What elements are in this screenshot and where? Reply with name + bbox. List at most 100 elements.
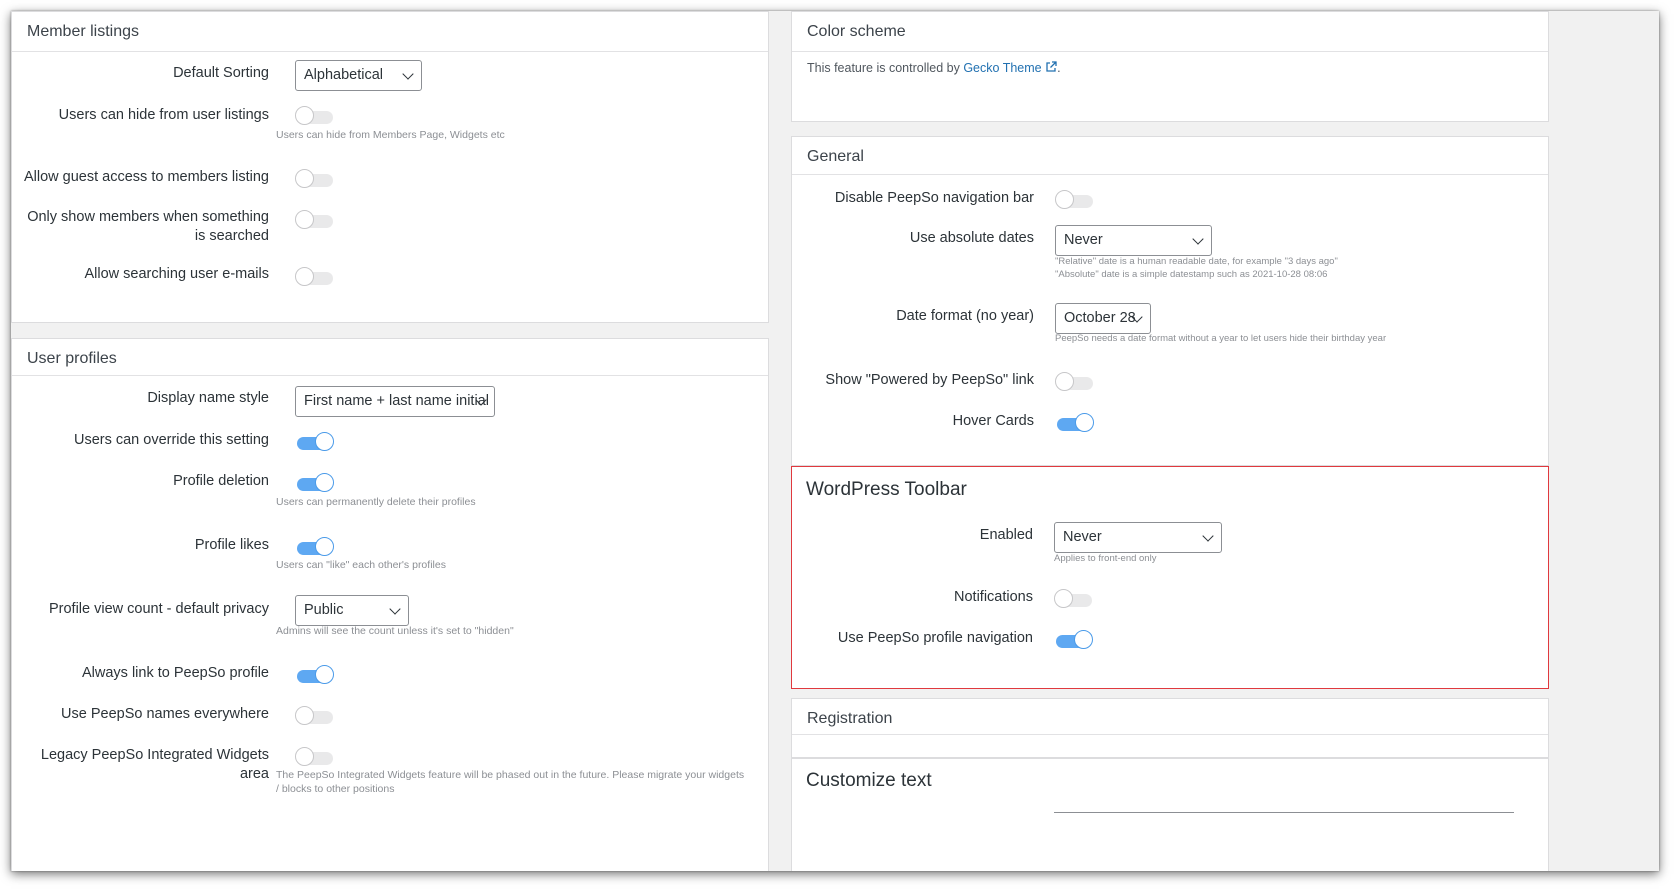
override-setting-label: Users can override this setting [73,432,269,448]
gecko-theme-link[interactable]: Gecko Theme [963,61,1057,75]
help-text: Admins will see the count unless it's se… [276,625,514,637]
color-scheme-panel: Color scheme This feature is controlled … [791,11,1549,122]
search-emails-toggle[interactable] [295,267,335,287]
panel-title: Color scheme [792,12,1548,52]
date-format-select[interactable]: October 28 [1055,303,1151,334]
absolute-dates-row: Use absolute dates Never "Relative" date… [792,225,1548,280]
profile-likes-row: Profile likes Users can "like" each othe… [12,536,768,571]
override-setting-toggle[interactable] [295,432,335,452]
only-show-searched-row: Only show members when something is sear… [12,208,768,244]
date-format-row: Date format (no year) October 28 PeepSo … [792,303,1548,344]
help-text: Users can permanently delete their profi… [276,496,476,508]
names-everywhere-row: Use PeepSo names everywhere [12,705,768,725]
panel-title: Registration [792,699,1548,735]
notifications-toggle[interactable] [1054,589,1094,609]
powered-by-row: Show "Powered by PeepSo" link [792,371,1548,391]
search-emails-row: Allow searching user e-mails [12,265,768,287]
select-value: October 28 [1064,310,1136,326]
only-show-searched-toggle[interactable] [295,210,335,230]
disable-nav-row: Disable PeepSo navigation bar [792,189,1548,209]
general-panel: General Disable PeepSo navigation bar Us… [791,136,1549,466]
display-name-style-select[interactable]: First name + last name initial [295,386,495,417]
powered-by-label: Show "Powered by PeepSo" link [825,372,1034,388]
select-value: First name + last name initial [304,393,489,409]
only-show-searched-label: Only show members when something is sear… [27,209,269,244]
customize-text-panel: Customize text [791,758,1549,871]
toolbar-enabled-row: Enabled Never Applies to front-end only [792,522,1548,564]
hover-cards-row: Hover Cards [792,412,1548,432]
help-text: "Relative" date is a human readable date… [1055,256,1338,280]
legacy-widgets-toggle[interactable] [295,747,335,767]
hover-cards-label: Hover Cards [952,413,1034,429]
panel-title: User profiles [12,339,768,376]
user-profiles-panel: User profiles Display name style First n… [11,338,769,871]
profile-nav-label: Use PeepSo profile navigation [837,630,1033,646]
absolute-dates-select[interactable]: Never [1055,225,1212,256]
date-format-label: Date format (no year) [896,308,1034,324]
panel-title: Member listings [12,12,768,52]
help-text: Users can "like" each other's profiles [276,559,446,571]
notifications-row: Notifications [792,588,1548,608]
profile-nav-row: Use PeepSo profile navigation [792,629,1548,649]
always-link-label: Always link to PeepSo profile [82,665,269,681]
chevron-down-icon [1192,233,1204,245]
legacy-widgets-label: Legacy PeepSo Integrated Widgets area [40,747,269,782]
toolbar-enabled-label: Enabled [979,527,1033,543]
always-link-toggle[interactable] [295,665,335,685]
display-name-style-label: Display name style [147,390,269,406]
select-value: Public [304,602,344,618]
disable-nav-toggle[interactable] [1055,190,1095,210]
always-link-row: Always link to PeepSo profile [12,664,768,684]
default-sorting-label: Default Sorting [173,65,269,81]
search-emails-label: Allow searching user e-mails [84,266,269,282]
names-everywhere-toggle[interactable] [295,706,335,726]
guest-access-label: Allow guest access to members listing [24,169,269,185]
member-listings-panel: Member listings Default Sorting Alphabet… [11,11,769,323]
hide-from-listings-toggle[interactable] [295,106,335,126]
guest-access-row: Allow guest access to members listing [12,166,768,189]
profile-likes-toggle[interactable] [295,537,335,557]
text-field-edge [1054,812,1514,813]
select-value: Never [1063,529,1102,545]
guest-access-toggle[interactable] [295,169,335,189]
wordpress-toolbar-panel: WordPress Toolbar Enabled Never Applies … [791,466,1549,689]
view-count-privacy-label: Profile view count - default privacy [48,601,269,617]
chevron-down-icon [1202,530,1214,542]
settings-page: Member listings Default Sorting Alphabet… [11,11,1659,871]
profile-deletion-toggle[interactable] [295,473,335,493]
legacy-widgets-row: Legacy PeepSo Integrated Widgets area Th… [12,746,768,795]
hover-cards-toggle[interactable] [1055,413,1095,433]
hide-from-listings-label: Users can hide from user listings [58,107,269,123]
profile-deletion-row: Profile deletion Users can permanently d… [12,472,768,508]
view-count-privacy-row: Profile view count - default privacy Pub… [12,595,768,637]
panel-title: General [792,137,1548,175]
help-text: Applies to front-end only [1054,553,1157,564]
display-name-style-row: Display name style First name + last nam… [12,386,768,417]
default-sorting-row: Default Sorting Alphabetical [12,60,768,91]
select-value: Alphabetical [304,67,383,83]
powered-by-toggle[interactable] [1055,372,1095,392]
notifications-label: Notifications [954,589,1033,605]
profile-deletion-label: Profile deletion [173,473,269,489]
help-text: PeepSo needs a date format without a yea… [1055,333,1387,344]
names-everywhere-label: Use PeepSo names everywhere [61,706,269,722]
disable-nav-label: Disable PeepSo navigation bar [834,190,1034,206]
panel-title: WordPress Toolbar [806,479,967,500]
select-value: Never [1064,232,1103,248]
color-scheme-note: This feature is controlled by Gecko Them… [807,61,1061,75]
absolute-dates-label: Use absolute dates [909,230,1034,246]
toolbar-enabled-select[interactable]: Never [1054,522,1222,553]
chevron-down-icon [402,68,414,80]
hide-from-listings-row: Users can hide from user listings Users … [12,104,768,141]
profile-nav-toggle[interactable] [1054,630,1094,650]
registration-panel: Registration [791,698,1549,758]
help-text: Users can hide from Members Page, Widget… [276,129,505,141]
external-link-icon [1046,61,1057,72]
profile-likes-label: Profile likes [194,537,269,553]
chevron-down-icon [389,603,401,615]
default-sorting-select[interactable]: Alphabetical [295,60,422,91]
view-count-privacy-select[interactable]: Public [295,595,409,626]
override-setting-row: Users can override this setting [12,431,768,451]
help-text: The PeepSo Integrated Widgets feature wi… [276,769,745,795]
panel-title: Customize text [806,770,932,791]
